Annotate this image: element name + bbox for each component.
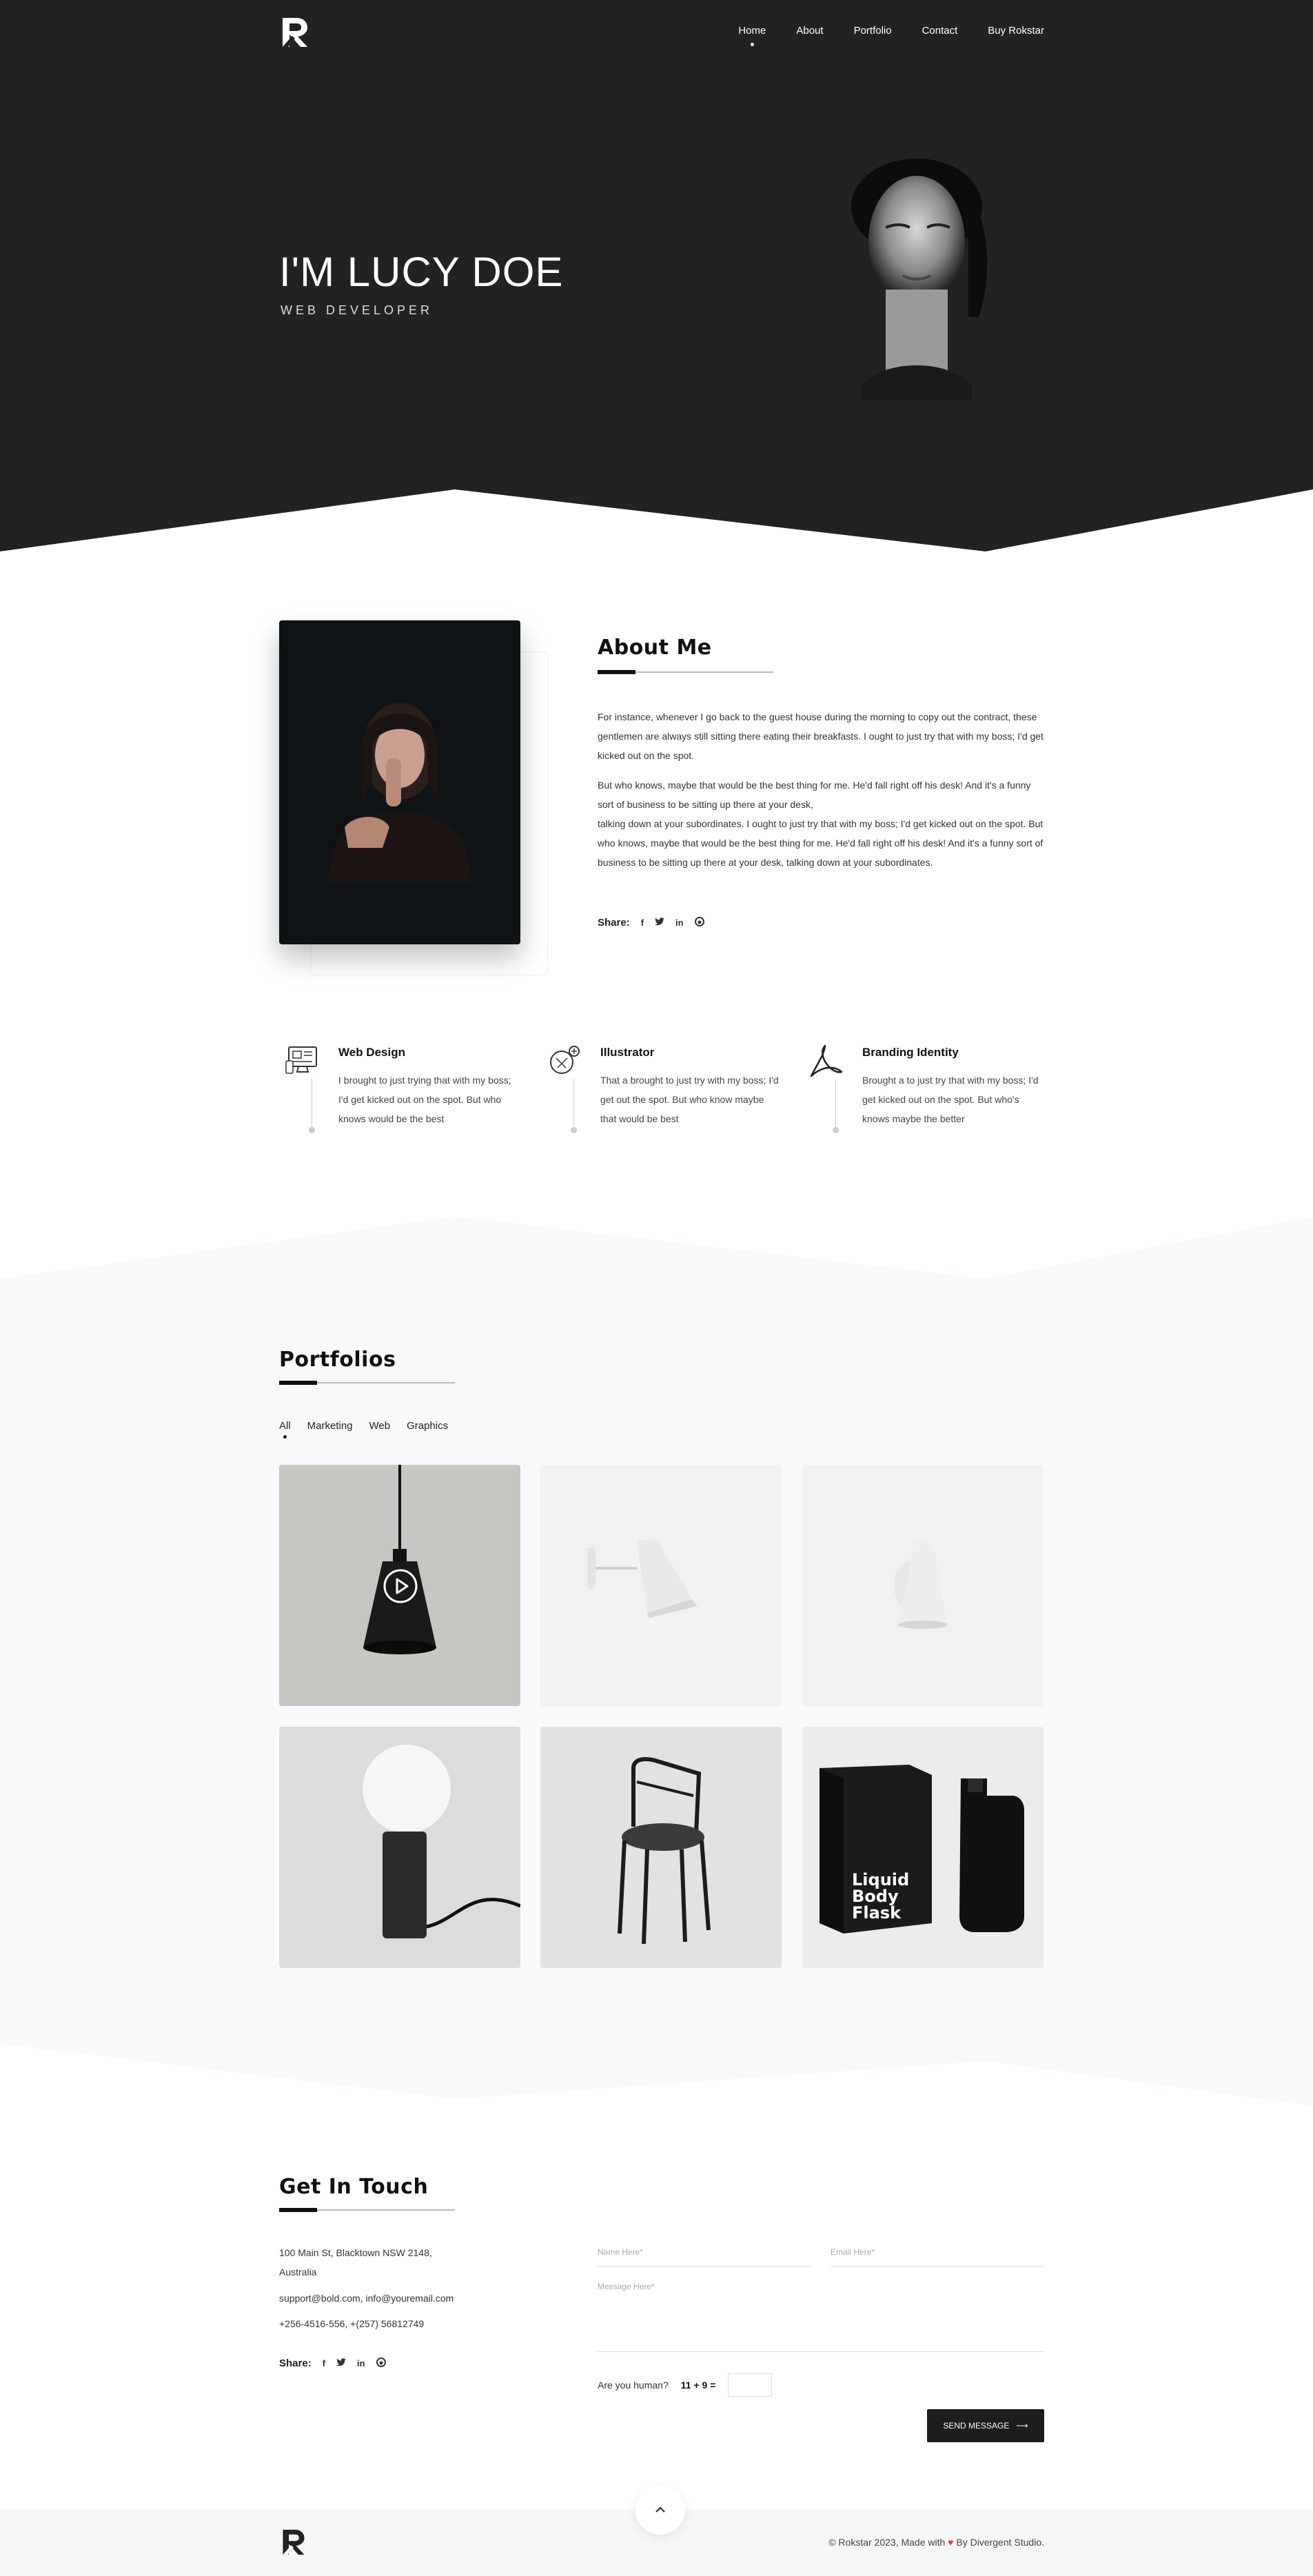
flask-label-line: Body: [852, 1887, 899, 1906]
about-photo: [279, 620, 520, 944]
rokstar-logo-icon[interactable]: [281, 2526, 307, 2558]
contact-share: Share: f in: [279, 2357, 386, 2369]
service-line: [573, 1079, 574, 1130]
nav-about[interactable]: About: [796, 25, 823, 37]
play-icon[interactable]: [383, 1568, 418, 1604]
captcha-input[interactable]: [728, 2373, 773, 2397]
about-title: About Me: [598, 636, 712, 660]
nav-home[interactable]: Home: [738, 25, 766, 46]
chevron-up-icon: [655, 2506, 665, 2513]
email-field[interactable]: Email Here*: [831, 2247, 1044, 2266]
portfolio-title-underline: [279, 1381, 455, 1385]
arrow-right-icon: ⟶: [1016, 2421, 1028, 2431]
main-nav: Home About Portfolio Contact Buy Rokstar: [738, 25, 1044, 46]
name-placeholder: Name Here*: [598, 2247, 644, 2257]
hero-section: [0, 0, 1313, 551]
twitter-icon[interactable]: [336, 2358, 347, 2369]
hero-portrait-image: [851, 159, 987, 400]
linkedin-icon[interactable]: in: [675, 917, 684, 928]
filter-all[interactable]: All: [279, 1420, 291, 1439]
send-label: SEND MESSAGE: [943, 2421, 1010, 2431]
filter-graphics[interactable]: Graphics: [407, 1420, 448, 1432]
name-field[interactable]: Name Here*: [598, 2247, 811, 2266]
about-paragraph-2b: talking down at your subordinates. I oug…: [598, 818, 1044, 868]
about-paragraph-2a: But who knows, maybe that would be the b…: [598, 780, 1031, 810]
service-dot: [309, 1127, 315, 1133]
web-design-icon: [285, 1046, 317, 1074]
copyright-prefix: © Rokstar 2023, Made with: [828, 2537, 946, 2548]
contact-emails[interactable]: support@bold.com, info@youremail.com: [279, 2289, 454, 2308]
service-title: Web Design: [338, 1046, 405, 1059]
contact-title-underline: [279, 2208, 455, 2212]
address-line-2: Australia: [279, 2266, 317, 2278]
service-illustrator: Illustrator That a brought to just try w…: [547, 1037, 781, 1134]
github-icon[interactable]: [694, 917, 704, 929]
flask-label-line: Flask: [852, 1903, 902, 1923]
service-line: [835, 1079, 836, 1130]
share-label: Share:: [598, 917, 630, 929]
about-share: Share: f in: [598, 917, 704, 929]
portfolio-tile-globe-lamp[interactable]: [279, 1727, 520, 1968]
captcha-label: Are you human?: [598, 2380, 669, 2391]
service-title: Illustrator: [600, 1046, 655, 1059]
about-title-underline: [598, 670, 773, 674]
facebook-icon[interactable]: f: [323, 2358, 325, 2369]
portfolio-tile-flask[interactable]: Liquid Body Flask: [802, 1727, 1044, 1968]
linkedin-icon[interactable]: in: [357, 2358, 365, 2369]
footer-copyright: © Rokstar 2023, Made with ♥ By Divergent…: [828, 2537, 1044, 2548]
contact-phones[interactable]: +256-4516-556, +(257) 56812749: [279, 2314, 424, 2333]
share-label: Share:: [279, 2357, 312, 2369]
service-title: Branding Identity: [862, 1046, 959, 1059]
service-web-design: Web Design I brought to just trying that…: [285, 1037, 519, 1134]
twitter-icon[interactable]: [655, 917, 665, 928]
flask-label-line: Liquid: [852, 1870, 910, 1889]
hero-title: I'M LUCY DOE: [279, 249, 564, 295]
email-placeholder: Email Here*: [831, 2247, 875, 2257]
filter-marketing[interactable]: Marketing: [307, 1420, 353, 1432]
service-dot: [833, 1127, 839, 1133]
service-text: Brought a to just try that with my boss;…: [862, 1075, 1039, 1124]
branding-icon: [810, 1044, 843, 1077]
illustrator-icon: [550, 1046, 580, 1074]
heart-icon: ♥: [948, 2537, 954, 2548]
page: Home About Portfolio Contact Buy Rokstar…: [0, 0, 1313, 2576]
service-branding: Branding Identity Brought a to just try …: [808, 1037, 1043, 1134]
nav-portfolio[interactable]: Portfolio: [854, 25, 892, 37]
message-placeholder: Message Here*: [598, 2282, 655, 2291]
nav-buy-rokstar[interactable]: Buy Rokstar: [988, 25, 1044, 37]
portfolio-title: Portfolios: [279, 1348, 396, 1372]
portfolio-tile-pendant-lamp[interactable]: [279, 1465, 520, 1706]
about-paragraph-1: For instance, whenever I go back to the …: [598, 711, 1044, 761]
captcha-question: 11 + 9 =: [680, 2380, 716, 2391]
portfolio-tile-wall-lamp[interactable]: [540, 1465, 782, 1706]
captcha: Are you human? 11 + 9 =: [598, 2373, 773, 2397]
address-line-1: 100 Main St, Blacktown NSW 2148,: [279, 2247, 432, 2258]
nav-contact[interactable]: Contact: [922, 25, 958, 37]
portfolio-tile-sconce[interactable]: [802, 1465, 1044, 1706]
hero-subtitle: WEB DEVELOPER: [281, 303, 434, 317]
filter-web[interactable]: Web: [369, 1420, 391, 1432]
contact-address: 100 Main St, Blacktown NSW 2148, Austral…: [279, 2243, 432, 2282]
contact-title: Get In Touch: [279, 2175, 429, 2199]
copyright-suffix: By Divergent Studio.: [956, 2537, 1044, 2548]
portfolio-filters: All Marketing Web Graphics: [279, 1420, 448, 1439]
rokstar-logo-icon[interactable]: [280, 15, 310, 50]
message-field[interactable]: Message Here*: [598, 2282, 1044, 2352]
service-text: That a brought to just try with my boss;…: [600, 1075, 779, 1124]
github-icon[interactable]: [376, 2357, 386, 2369]
flask-label: Liquid Body Flask: [852, 1872, 909, 1921]
back-to-top-button[interactable]: [635, 2485, 685, 2535]
portfolio-tile-chair[interactable]: [540, 1727, 782, 1968]
service-text: I brought to just trying that with my bo…: [338, 1075, 511, 1124]
service-dot: [571, 1127, 577, 1133]
facebook-icon[interactable]: f: [641, 917, 644, 928]
send-message-button[interactable]: SEND MESSAGE ⟶: [927, 2409, 1044, 2442]
